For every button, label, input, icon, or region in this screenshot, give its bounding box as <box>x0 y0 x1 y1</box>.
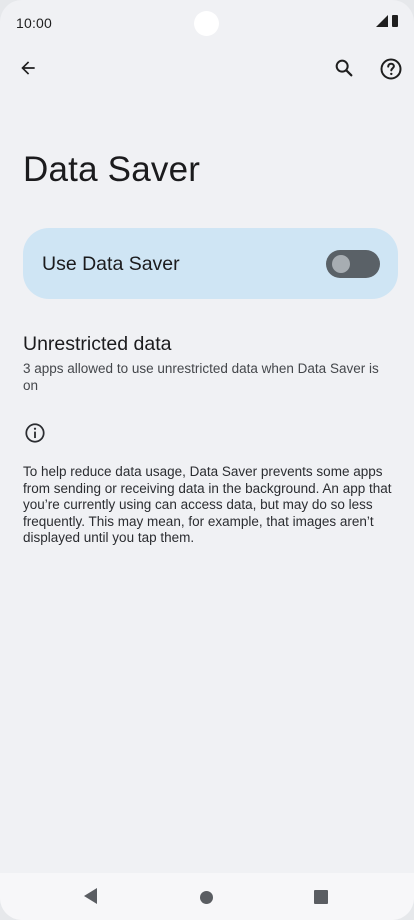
search-icon <box>335 59 353 77</box>
status-bar: 10:00 <box>0 0 414 48</box>
app-bar <box>0 48 414 88</box>
switch-thumb <box>332 255 350 273</box>
page-title: Data Saver <box>23 150 201 189</box>
info-icon <box>25 423 45 443</box>
nav-back-icon[interactable] <box>84 888 97 904</box>
unrestricted-data-item[interactable]: Unrestricted data 3 apps allowed to use … <box>23 331 393 394</box>
help-button[interactable] <box>374 52 408 86</box>
cellular-signal-icon <box>376 15 388 27</box>
navigation-bar <box>0 873 414 920</box>
use-data-saver-label: Use Data Saver <box>42 253 180 275</box>
nav-recents-icon[interactable] <box>314 890 328 904</box>
status-icons <box>376 15 398 27</box>
battery-icon <box>392 15 398 27</box>
nav-home-icon[interactable] <box>200 891 213 904</box>
arrow-back-icon <box>21 61 35 75</box>
search-button[interactable] <box>328 52 360 84</box>
back-button[interactable] <box>12 52 44 84</box>
camera-cutout <box>194 11 219 36</box>
data-saver-switch[interactable] <box>326 250 380 278</box>
unrestricted-data-summary: 3 apps allowed to use unrestricted data … <box>23 361 379 393</box>
status-time: 10:00 <box>16 15 53 31</box>
help-icon <box>380 58 402 80</box>
unrestricted-data-title: Unrestricted data <box>23 333 172 355</box>
data-saver-footer-text: To help reduce data usage, Data Saver pr… <box>23 464 392 545</box>
use-data-saver-toggle-row[interactable]: Use Data Saver <box>23 228 398 299</box>
phone-screen: 10:00 Data Saver Use Data Saver Unrestri… <box>0 0 414 920</box>
